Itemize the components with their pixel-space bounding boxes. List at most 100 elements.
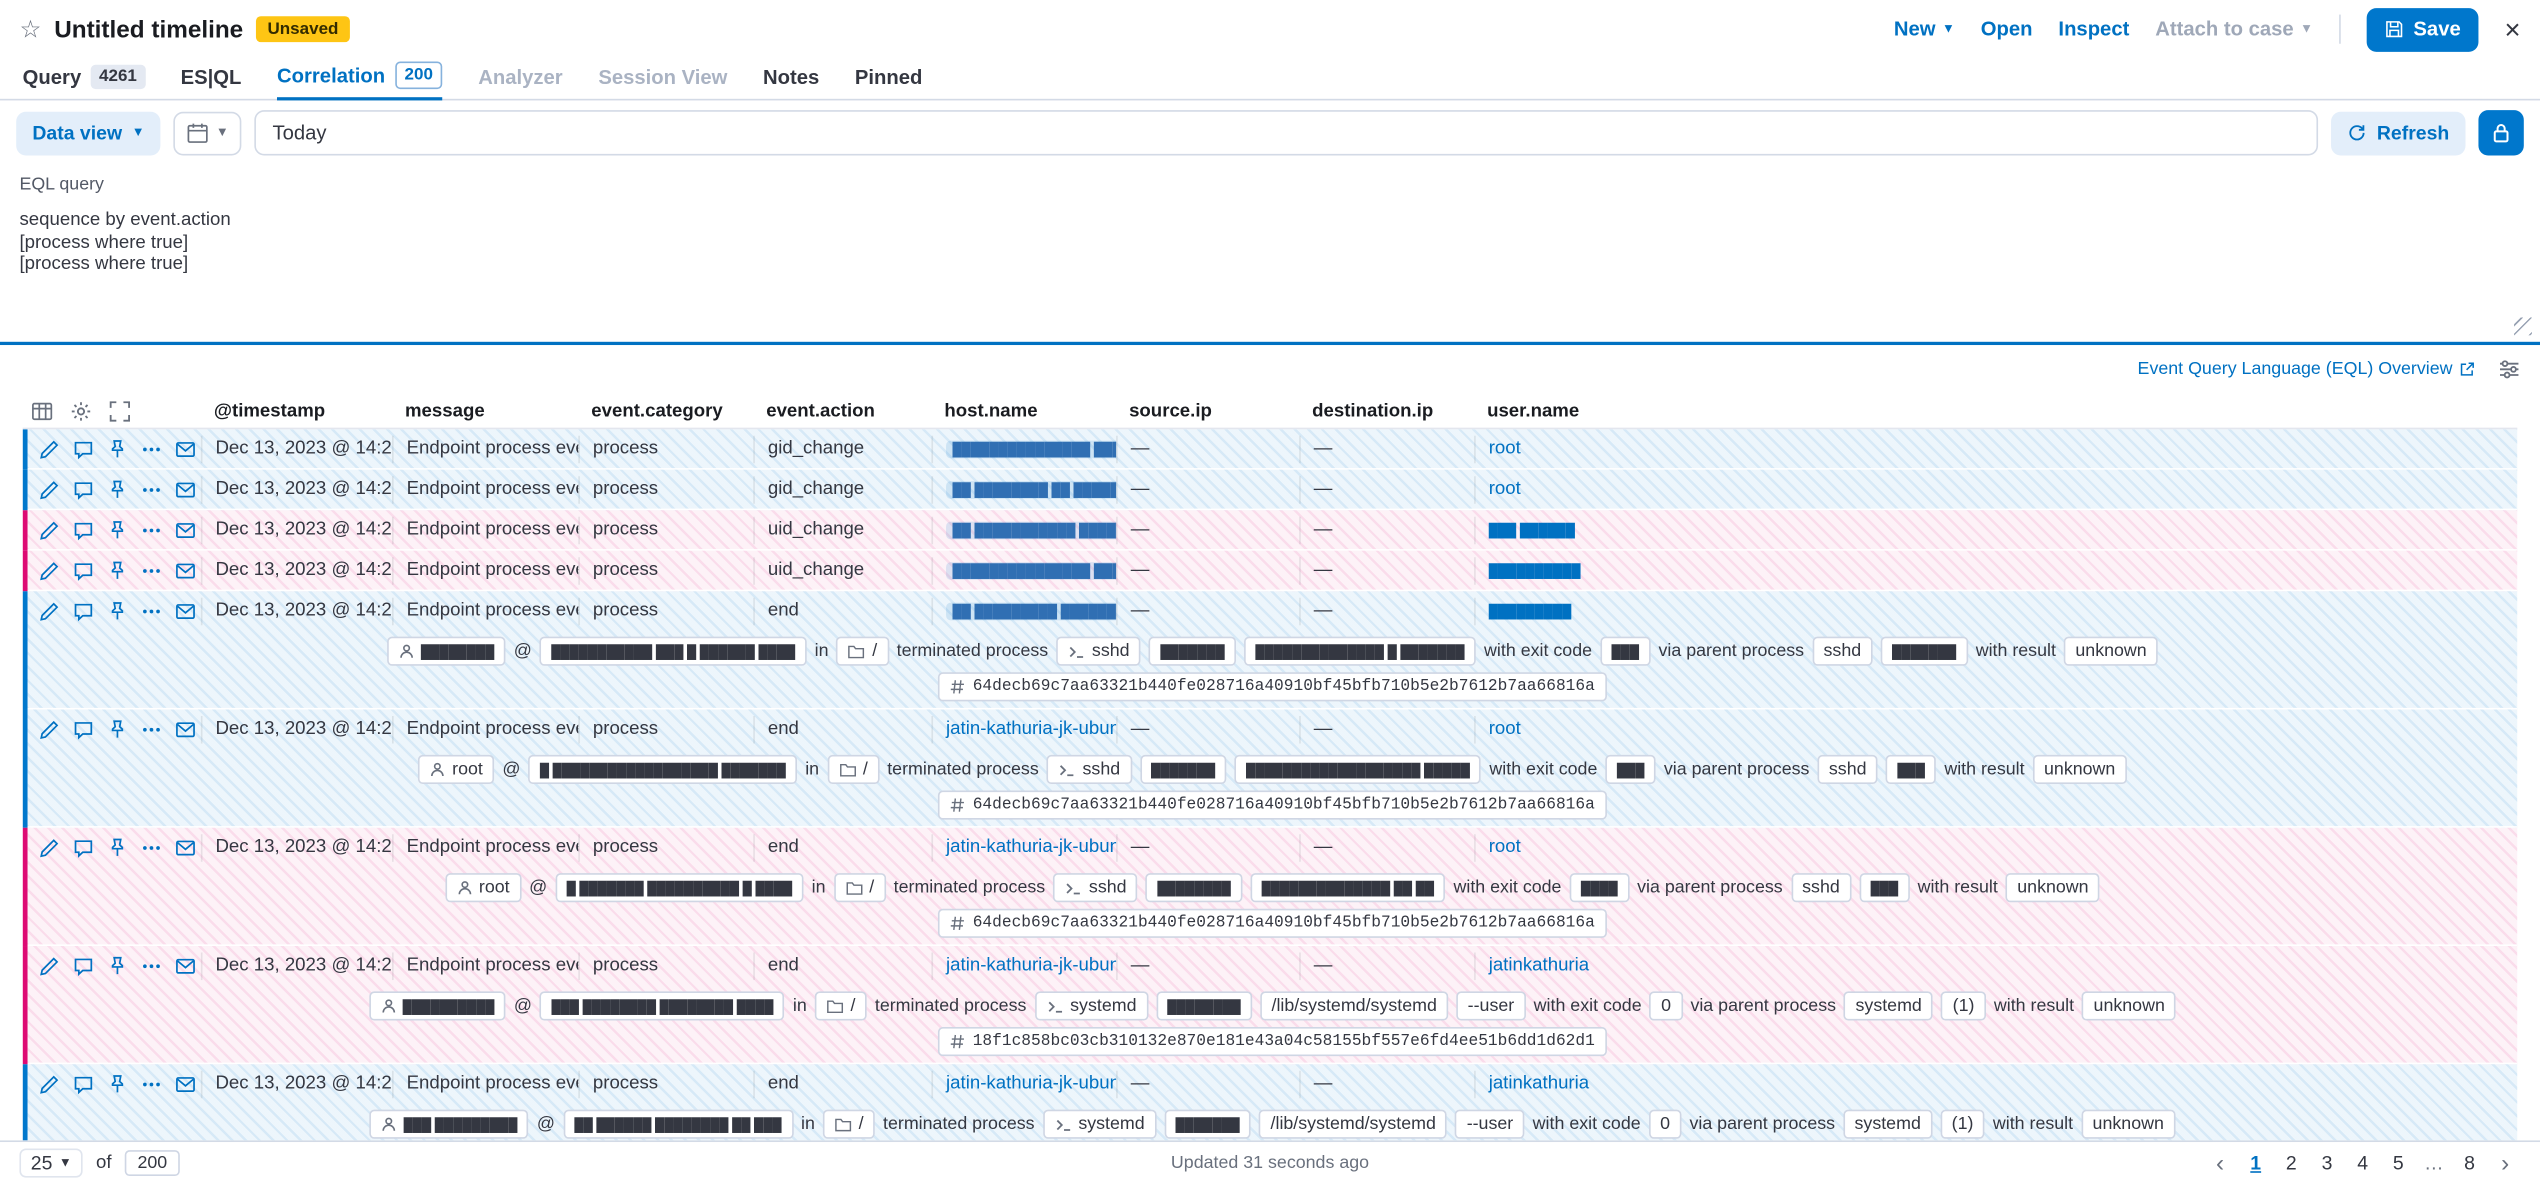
column-header-message[interactable]: message	[392, 401, 578, 420]
summary-badge[interactable]: ███	[1885, 754, 1937, 785]
page-button-3[interactable]: 3	[2312, 1147, 2343, 1179]
open-event-details-icon[interactable]	[169, 514, 201, 546]
date-quick-select-button[interactable]: ▼	[173, 110, 242, 155]
summary-badge[interactable]: /	[823, 1109, 875, 1139]
open-event-details-icon[interactable]	[169, 555, 201, 587]
more-actions-icon[interactable]	[135, 1068, 167, 1100]
more-actions-icon[interactable]	[135, 595, 167, 627]
summary-badge[interactable]: ██ ██████ ████████ ██ ███	[563, 1109, 793, 1139]
summary-badge[interactable]: sshd	[1046, 754, 1132, 785]
column-header-destination-ip[interactable]: destination.ip	[1299, 401, 1474, 420]
tab-notes[interactable]: Notes	[763, 66, 819, 98]
open-button[interactable]: Open	[1981, 18, 2033, 41]
full-screen-icon[interactable]	[109, 399, 132, 422]
open-event-details-icon[interactable]	[169, 595, 201, 627]
open-event-details-icon[interactable]	[169, 714, 201, 746]
table-settings-icon[interactable]	[70, 399, 93, 422]
column-header-event-action[interactable]: event.action	[753, 401, 931, 420]
summary-badge[interactable]: ██████████████ █ ███████	[1244, 636, 1476, 666]
summary-badge[interactable]: unknown	[2082, 991, 2177, 1021]
summary-badge[interactable]: (1)	[1941, 991, 1986, 1021]
more-actions-icon[interactable]	[135, 514, 167, 546]
add-note-icon[interactable]	[68, 1068, 100, 1100]
summary-badge[interactable]: sshd	[1056, 636, 1141, 666]
open-event-details-icon[interactable]	[169, 1068, 201, 1100]
rows-per-page-button[interactable]: 25 ▼	[19, 1148, 84, 1178]
add-note-icon[interactable]	[68, 514, 100, 546]
row-renderers-sliders-icon[interactable]	[2498, 358, 2521, 381]
tab-query[interactable]: Query 4261	[23, 64, 145, 99]
column-header-event-category[interactable]: event.category	[578, 401, 753, 420]
summary-badge[interactable]: ███████	[1880, 636, 1968, 666]
summary-badge[interactable]: sshd	[1812, 636, 1873, 666]
summary-badge[interactable]: /	[814, 991, 867, 1021]
edit-note-icon[interactable]	[34, 555, 66, 587]
summary-badge[interactable]: /lib/systemd/systemd	[1260, 991, 1449, 1021]
pin-event-icon[interactable]	[101, 595, 133, 627]
summary-badge[interactable]: /	[827, 754, 880, 785]
previous-page-icon[interactable]: ‹	[2205, 1147, 2236, 1179]
inspect-button[interactable]: Inspect	[2058, 18, 2129, 41]
host-name-cell-value[interactable]: ██ █████████ ███████	[946, 602, 1117, 621]
edit-note-icon[interactable]	[34, 514, 66, 546]
summary-badge[interactable]: --user	[1455, 1109, 1525, 1139]
summary-badge[interactable]: ███████████████████ █████	[1234, 754, 1482, 785]
user-name-cell-value[interactable]: █████████	[1489, 604, 1572, 619]
user-name-cell-value[interactable]: ███ ██████	[1489, 523, 1575, 538]
host-name-cell-value[interactable]: ██ ████████ ██ █████	[946, 481, 1117, 499]
tab-correlation[interactable]: Correlation 200	[277, 61, 443, 101]
lock-button[interactable]	[2478, 110, 2524, 156]
host-name-cell-value[interactable]: ███████████████ ████	[946, 562, 1117, 580]
hash-badge[interactable]: 64decb69c7aa63321b440fe028716a40910bf45b…	[938, 672, 1607, 702]
timeline-title[interactable]: Untitled timeline	[54, 15, 243, 43]
summary-badge[interactable]: 0	[1648, 1109, 1682, 1139]
edit-note-icon[interactable]	[34, 1068, 66, 1100]
summary-badge[interactable]: --user	[1456, 991, 1526, 1021]
pin-event-icon[interactable]	[101, 555, 133, 587]
column-header-user-name[interactable]: user.name	[1474, 401, 1717, 420]
summary-badge[interactable]: ████	[1569, 873, 1629, 903]
close-icon[interactable]: ×	[2504, 15, 2520, 43]
add-note-icon[interactable]	[68, 950, 100, 982]
summary-badge[interactable]: root	[418, 754, 495, 785]
save-button[interactable]: Save	[2366, 7, 2479, 52]
summary-badge[interactable]: ███	[1859, 873, 1910, 903]
user-name-cell-value[interactable]: root	[1489, 837, 1521, 856]
page-button-5[interactable]: 5	[2383, 1147, 2414, 1179]
summary-badge[interactable]: unknown	[2081, 1109, 2176, 1139]
user-name-cell-value[interactable]: root	[1489, 479, 1521, 498]
hash-badge[interactable]: 64decb69c7aa63321b440fe028716a40910bf45b…	[938, 790, 1607, 820]
summary-badge[interactable]: ████████	[1155, 991, 1253, 1021]
pin-event-icon[interactable]	[101, 514, 133, 546]
summary-badge[interactable]: sshd	[1790, 873, 1852, 903]
summary-badge[interactable]: sshd	[1817, 754, 1878, 785]
add-note-icon[interactable]	[68, 714, 100, 746]
open-event-details-icon[interactable]	[169, 474, 201, 506]
more-actions-icon[interactable]	[135, 474, 167, 506]
refresh-button[interactable]: Refresh	[2331, 110, 2466, 155]
tab-pinned[interactable]: Pinned	[855, 66, 923, 98]
data-view-button[interactable]: Data view ▼	[16, 110, 161, 155]
user-name-cell-value[interactable]: ██████████	[1489, 564, 1581, 579]
add-note-icon[interactable]	[68, 555, 100, 587]
add-note-icon[interactable]	[68, 433, 100, 465]
tab-session-view[interactable]: Session View	[598, 66, 727, 98]
summary-badge[interactable]: ██████████████ ██ ██	[1250, 873, 1446, 903]
summary-badge[interactable]: ██████████	[368, 991, 506, 1021]
host-name-cell-value[interactable]: jatin-kathuria-jk-ubuntu-...	[946, 719, 1116, 738]
hash-badge[interactable]: 18f1c858bc03cb310132e870e181e43a04c58155…	[938, 1027, 1607, 1057]
summary-badge[interactable]: ███	[1600, 636, 1651, 666]
edit-note-icon[interactable]	[34, 950, 66, 982]
open-event-details-icon[interactable]	[169, 950, 201, 982]
date-range-input[interactable]: Today	[254, 110, 2319, 156]
more-actions-icon[interactable]	[135, 433, 167, 465]
summary-badge[interactable]: root	[444, 873, 521, 903]
resize-handle[interactable]	[2514, 317, 2532, 336]
tab-analyzer[interactable]: Analyzer	[478, 66, 562, 98]
edit-note-icon[interactable]	[34, 474, 66, 506]
edit-note-icon[interactable]	[34, 714, 66, 746]
column-header-host-name[interactable]: host.name	[931, 401, 1116, 420]
pin-event-icon[interactable]	[101, 950, 133, 982]
more-actions-icon[interactable]	[135, 832, 167, 864]
summary-badge[interactable]: █ ██████████████████ ███████	[528, 754, 798, 785]
